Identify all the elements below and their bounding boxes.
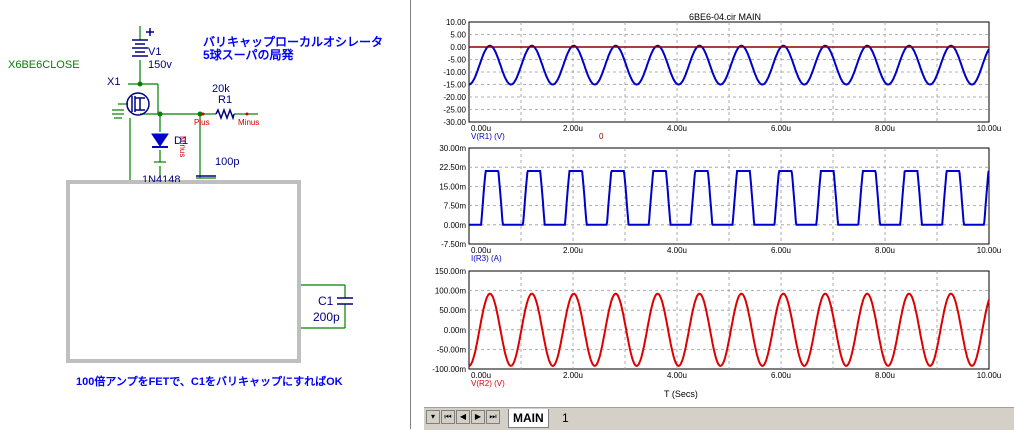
c1-name[interactable]: C1 <box>318 294 333 308</box>
plot-area: 10.00 5.00 0.00 -5.00 -10.00 -15.00 -20.00 -25.… <box>432 18 1001 388</box>
plot-title: 6BE6-04.cir MAIN <box>689 12 762 22</box>
d1-minus-label: Minus <box>178 136 187 158</box>
y-tick-label: 22.50m <box>439 163 466 172</box>
x-tick-label: 6.00u <box>771 246 791 255</box>
cap-value[interactable]: 100p <box>215 156 239 168</box>
v1-value[interactable]: 150v <box>148 59 172 71</box>
model-label: X6BE6CLOSE <box>8 59 80 71</box>
d1-model: 1N4148 <box>142 174 181 182</box>
y-tick-label: 5.00 <box>450 31 466 40</box>
y-tick-label: 10.00 <box>446 18 467 27</box>
plot-window[interactable]: 10.00 5.00 0.00 -5.00 -10.00 -15.00 -20.00 -25.… <box>410 0 1014 429</box>
y-tick-label: -7.50m <box>441 240 466 249</box>
series-label: V(R2) (V) <box>471 379 505 388</box>
prev-icon[interactable]: ◀ <box>456 410 470 424</box>
y-tick-label: 7.50m <box>444 202 467 211</box>
y-tick-label: 150.00m <box>435 267 466 276</box>
y-tick-label: 0.00m <box>444 326 467 335</box>
x-tick-label: 4.00u <box>667 124 687 133</box>
x1-name[interactable]: X1 <box>107 76 120 88</box>
schematic-title-line2: 5球スーパの局発 <box>203 48 294 62</box>
y-tick-label: -25.00 <box>443 106 466 115</box>
v1-name[interactable]: V1 <box>148 46 161 58</box>
x-tick-label: 2.00u <box>563 124 583 133</box>
tab-menu-icon[interactable]: ▾ <box>426 410 440 424</box>
y-tick-label: -15.00 <box>443 81 466 90</box>
next-icon[interactable]: ▶ <box>471 410 485 424</box>
resize-corner-icon[interactable] <box>994 409 1012 427</box>
series-label: 0 <box>599 132 604 141</box>
x-tick-label: 6.00u <box>771 124 791 133</box>
x-tick-label: 4.00u <box>667 371 687 380</box>
series-label: V(R1) (V) <box>471 132 505 141</box>
x-tick-label: 8.00u <box>875 124 895 133</box>
x-tick-label: 2.00u <box>563 246 583 255</box>
x-tick-label: 10.00u <box>977 124 1001 133</box>
y-tick-label: 50.00m <box>439 306 466 315</box>
y-tick-label: -20.00 <box>443 93 466 102</box>
c1-value[interactable]: 200p <box>313 310 340 324</box>
tab-bar: ▾ ⏮ ◀ ▶ ⏭ MAIN 1 <box>424 407 1014 430</box>
y-tick-label: -100.00m <box>432 365 466 374</box>
tab-1[interactable]: 1 <box>558 409 573 427</box>
y-tick-label: 15.00m <box>439 182 466 191</box>
x-tick-label: 8.00u <box>875 371 895 380</box>
x-tick-label: 6.00u <box>771 371 791 380</box>
y-tick-label: 0.00 <box>450 43 466 52</box>
x-tick-label: 4.00u <box>667 246 687 255</box>
y-tick-label: -5.00 <box>448 56 467 65</box>
schematic-note: 100倍アンプをFETで、C1をバリキャップにすればOK <box>76 376 343 388</box>
x-axis-label: T (Secs) <box>664 389 698 399</box>
y-tick-label: 100.00m <box>435 287 466 296</box>
x-tick-label: 2.00u <box>563 371 583 380</box>
last-icon[interactable]: ⏭ <box>486 410 500 424</box>
schematic-canvas[interactable]: X6BE6CLOSE バリキャップローカルオシレータ 5球スーパの局発 V1 1… <box>0 0 410 429</box>
r1-name[interactable]: R1 <box>218 94 232 106</box>
x-tick-label: 10.00u <box>977 246 1001 255</box>
r1-minus-label: Minus <box>238 118 260 127</box>
tab-main[interactable]: MAIN <box>508 409 549 428</box>
y-tick-label: -10.00 <box>443 68 466 77</box>
first-icon[interactable]: ⏮ <box>441 410 455 424</box>
x-tick-label: 10.00u <box>977 371 1001 380</box>
y-tick-label: 30.00m <box>439 144 466 153</box>
y-tick-label: -50.00m <box>437 345 467 354</box>
r1-plus-label: Plus <box>194 118 210 127</box>
series-label: I(R3) (A) <box>471 254 502 263</box>
y-tick-label: -30.00 <box>443 118 466 127</box>
x-tick-label: 8.00u <box>875 246 895 255</box>
y-tick-label: 0.00m <box>444 221 467 230</box>
